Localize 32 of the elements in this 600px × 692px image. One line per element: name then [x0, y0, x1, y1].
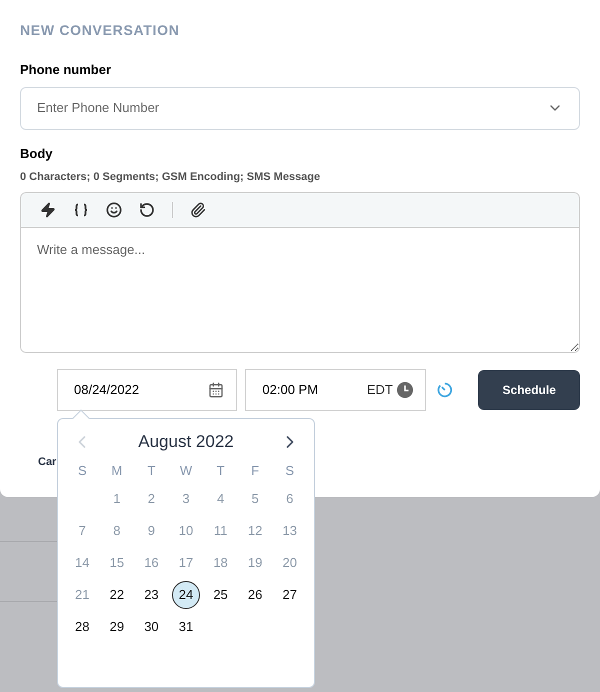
cancel-button[interactable]: Car [38, 454, 56, 470]
weekday-label: T [216, 462, 226, 480]
weekday-label: S [76, 462, 88, 480]
time-field[interactable]: 02:00 PM EDT [245, 368, 426, 410]
calendar-day[interactable]: 24 [172, 581, 200, 609]
field-label: Body [20, 144, 54, 163]
calendar-day[interactable]: 31 [172, 613, 200, 641]
calendar-day[interactable]: 27 [276, 581, 304, 609]
weekday-label: S [284, 462, 296, 480]
month-title: August 2022 [138, 431, 234, 453]
message-input[interactable]: Write a message... [20, 228, 580, 352]
weekday-label: F [250, 462, 260, 480]
weekday-label: M [110, 462, 124, 480]
date-field[interactable]: 08/24/2022 [57, 368, 238, 410]
date-value: 08/24/2022 [74, 380, 140, 399]
dialog-title: NEW CONVERSATION [20, 22, 180, 38]
calendar-day[interactable]: 22 [102, 581, 131, 609]
weekday-label: T [146, 462, 156, 480]
timezone-label: EDT [366, 380, 393, 399]
time-value: 02:00 PM [262, 380, 318, 399]
calendar-day[interactable]: 28 [68, 613, 96, 641]
schedule-button[interactable]: Schedule [478, 370, 580, 410]
calendar-day[interactable]: 30 [137, 613, 166, 641]
field-label: Phone number [20, 61, 112, 79]
message-counter: 0 Characters; 0 Segments; GSM Encoding; SMS Message [20, 170, 322, 185]
calendar-day[interactable]: 29 [102, 613, 131, 641]
calendar-day[interactable]: 26 [241, 581, 270, 609]
weekday-label: W [178, 462, 194, 480]
calendar-day[interactable]: 25 [206, 581, 235, 609]
calendar-day[interactable]: 23 [137, 581, 166, 609]
phone-select[interactable]: Enter Phone Number [20, 86, 580, 130]
select-placeholder: Enter Phone Number [37, 99, 160, 118]
